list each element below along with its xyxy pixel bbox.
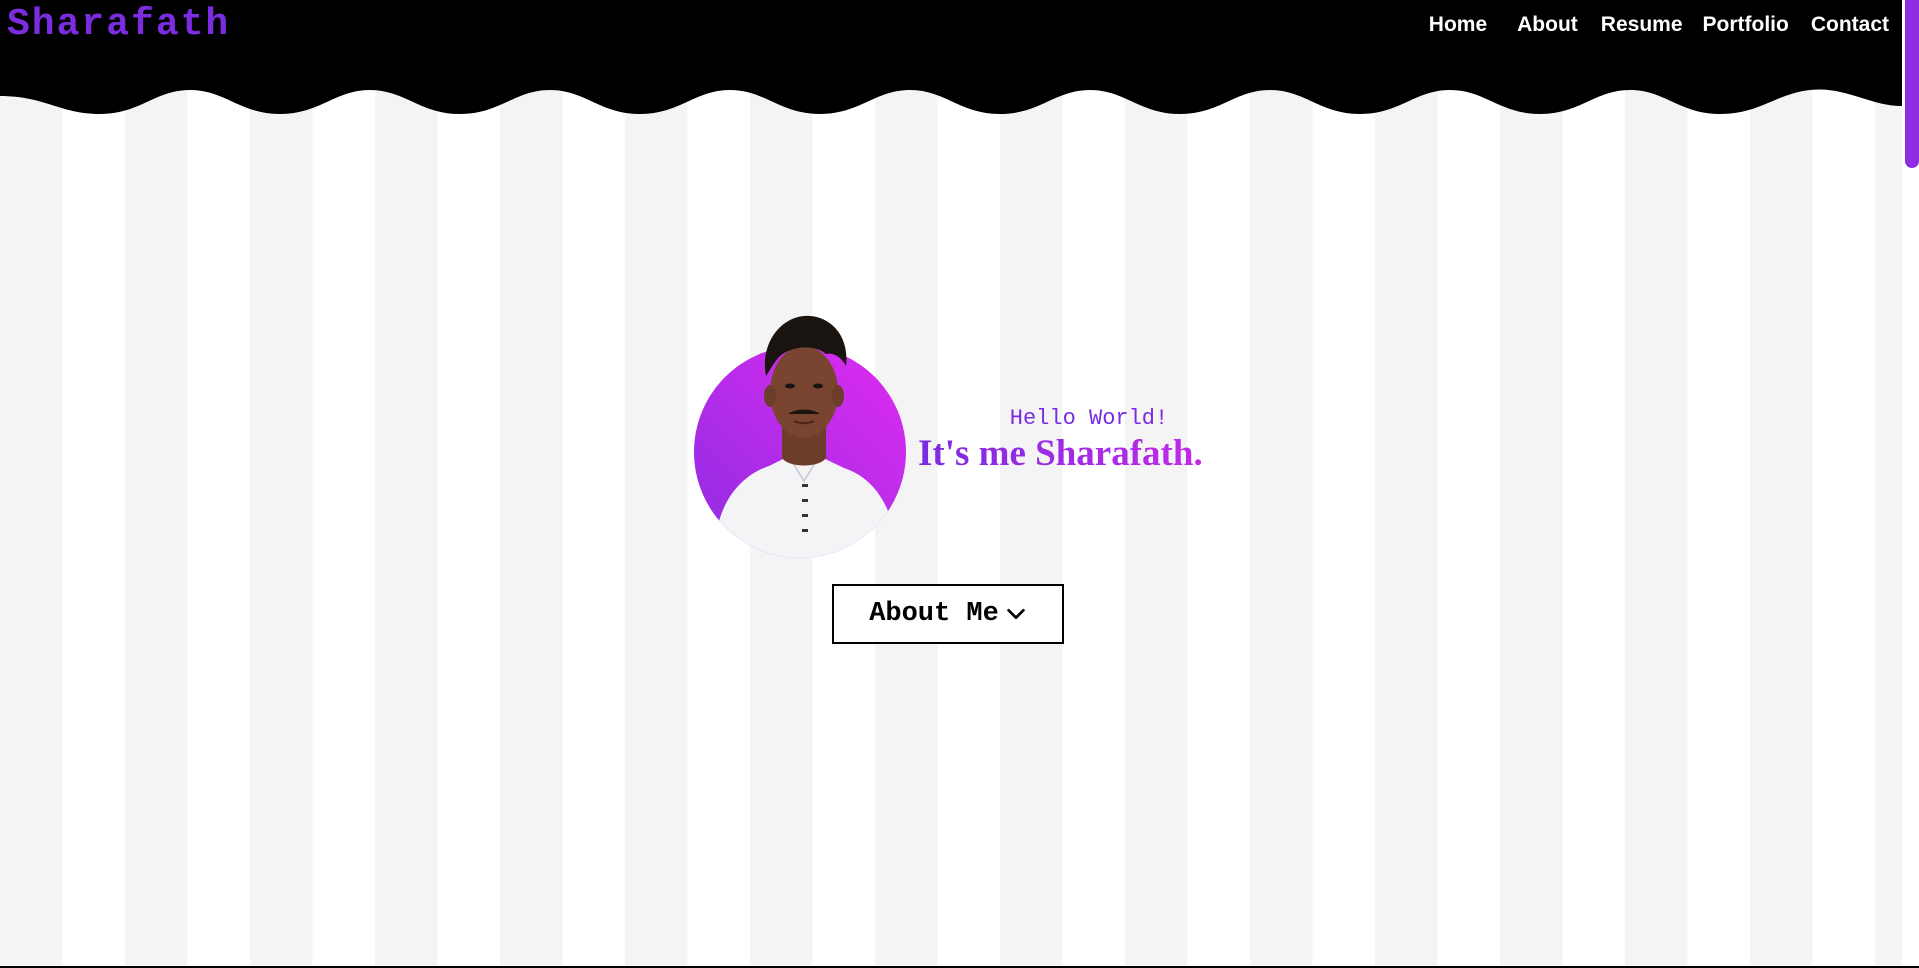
nav-portfolio[interactable]: Portfolio [1703, 12, 1789, 38]
hero-section: Hello World! It's me Sharafath. [694, 306, 1214, 566]
hero-title: It's me Sharafath. [918, 433, 1203, 474]
nav-contact[interactable]: Contact [1811, 12, 1889, 38]
about-me-button[interactable]: About Me [832, 584, 1064, 644]
site-header: Sharafath Home About Resume Portfolio Co… [0, 0, 1902, 116]
about-me-label: About Me [869, 599, 999, 629]
chevron-down-icon [1007, 608, 1025, 620]
page-scrollbar[interactable] [1902, 0, 1919, 966]
main-nav: Home About Resume Portfolio Contact [1429, 12, 1889, 38]
nav-about[interactable]: About [1517, 12, 1578, 38]
nav-resume[interactable]: Resume [1601, 12, 1683, 38]
hero-greeting: Hello World! [1009, 406, 1169, 431]
profile-photo [694, 315, 906, 558]
site-logo[interactable]: Sharafath [7, 2, 230, 48]
page-background: Sharafath Home About Resume Portfolio Co… [0, 0, 1902, 966]
nav-home[interactable]: Home [1429, 12, 1487, 38]
scrollbar-thumb[interactable] [1905, 0, 1919, 168]
